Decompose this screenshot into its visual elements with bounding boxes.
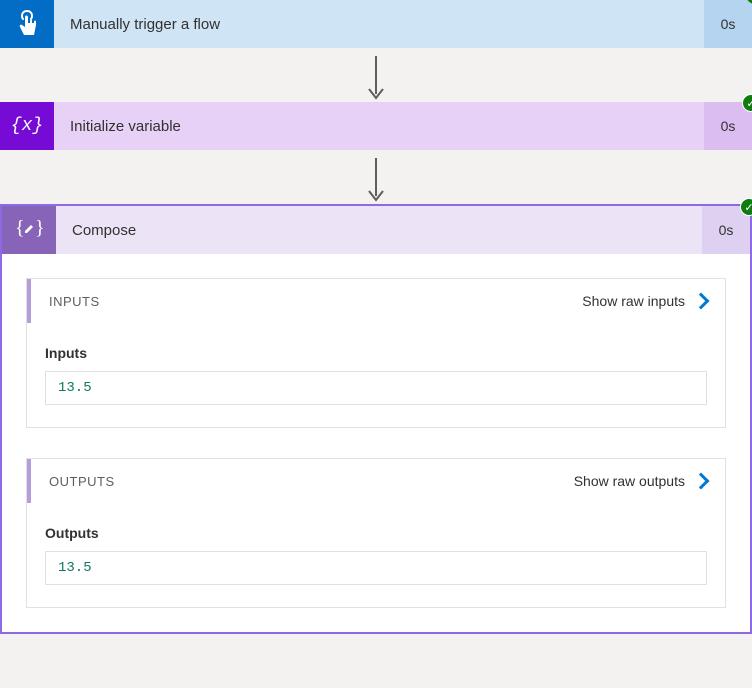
show-raw-inputs-label: Show raw inputs xyxy=(582,293,685,309)
trigger-title: Manually trigger a flow xyxy=(54,0,704,48)
arrow-down-icon xyxy=(364,158,388,206)
inputs-value: 13.5 xyxy=(45,371,707,405)
initialize-variable-step[interactable]: {x} Initialize variable 0s ✓ xyxy=(0,102,752,150)
inputs-section-label: INPUTS xyxy=(49,294,100,309)
trigger-icon-box xyxy=(0,0,54,48)
inputs-panel-header: INPUTS Show raw inputs xyxy=(27,279,725,323)
compose-step: { } Compose 0s ✓ INPUTS Show raw inputs xyxy=(0,204,752,634)
trigger-time: 0s xyxy=(704,0,752,48)
hand-tap-icon xyxy=(14,9,40,39)
connector-arrow xyxy=(0,150,752,204)
compose-body: INPUTS Show raw inputs Inputs 13.5 OUTPU… xyxy=(2,254,750,632)
compose-header[interactable]: { } Compose 0s ✓ xyxy=(2,206,750,254)
outputs-panel-header: OUTPUTS Show raw outputs xyxy=(27,459,725,503)
compose-icon: { } xyxy=(15,217,43,244)
outputs-panel: OUTPUTS Show raw outputs Outputs 13.5 xyxy=(26,458,726,608)
connector-arrow xyxy=(0,48,752,102)
compose-icon-box: { } xyxy=(2,206,56,254)
svg-text:{: { xyxy=(15,217,25,239)
outputs-field-label: Outputs xyxy=(45,525,707,541)
variable-icon: {x} xyxy=(11,116,43,136)
chevron-right-icon xyxy=(693,473,710,490)
outputs-panel-body: Outputs 13.5 xyxy=(27,503,725,607)
show-raw-outputs-button[interactable]: Show raw outputs xyxy=(574,473,707,489)
variable-icon-box: {x} xyxy=(0,102,54,150)
svg-text:}: } xyxy=(35,217,43,239)
compose-title: Compose xyxy=(56,206,702,254)
outputs-value: 13.5 xyxy=(45,551,707,585)
show-raw-outputs-label: Show raw outputs xyxy=(574,473,685,489)
inputs-panel-body: Inputs 13.5 xyxy=(27,323,725,427)
flow-run-view: Manually trigger a flow 0s ✓ {x} Initial… xyxy=(0,0,752,634)
outputs-section-label: OUTPUTS xyxy=(49,474,115,489)
trigger-step[interactable]: Manually trigger a flow 0s ✓ xyxy=(0,0,752,48)
chevron-right-icon xyxy=(693,293,710,310)
show-raw-inputs-button[interactable]: Show raw inputs xyxy=(582,293,707,309)
variable-title: Initialize variable xyxy=(54,102,704,150)
inputs-panel: INPUTS Show raw inputs Inputs 13.5 xyxy=(26,278,726,428)
arrow-down-icon xyxy=(364,56,388,104)
inputs-field-label: Inputs xyxy=(45,345,707,361)
success-badge-icon: ✓ xyxy=(740,198,752,216)
